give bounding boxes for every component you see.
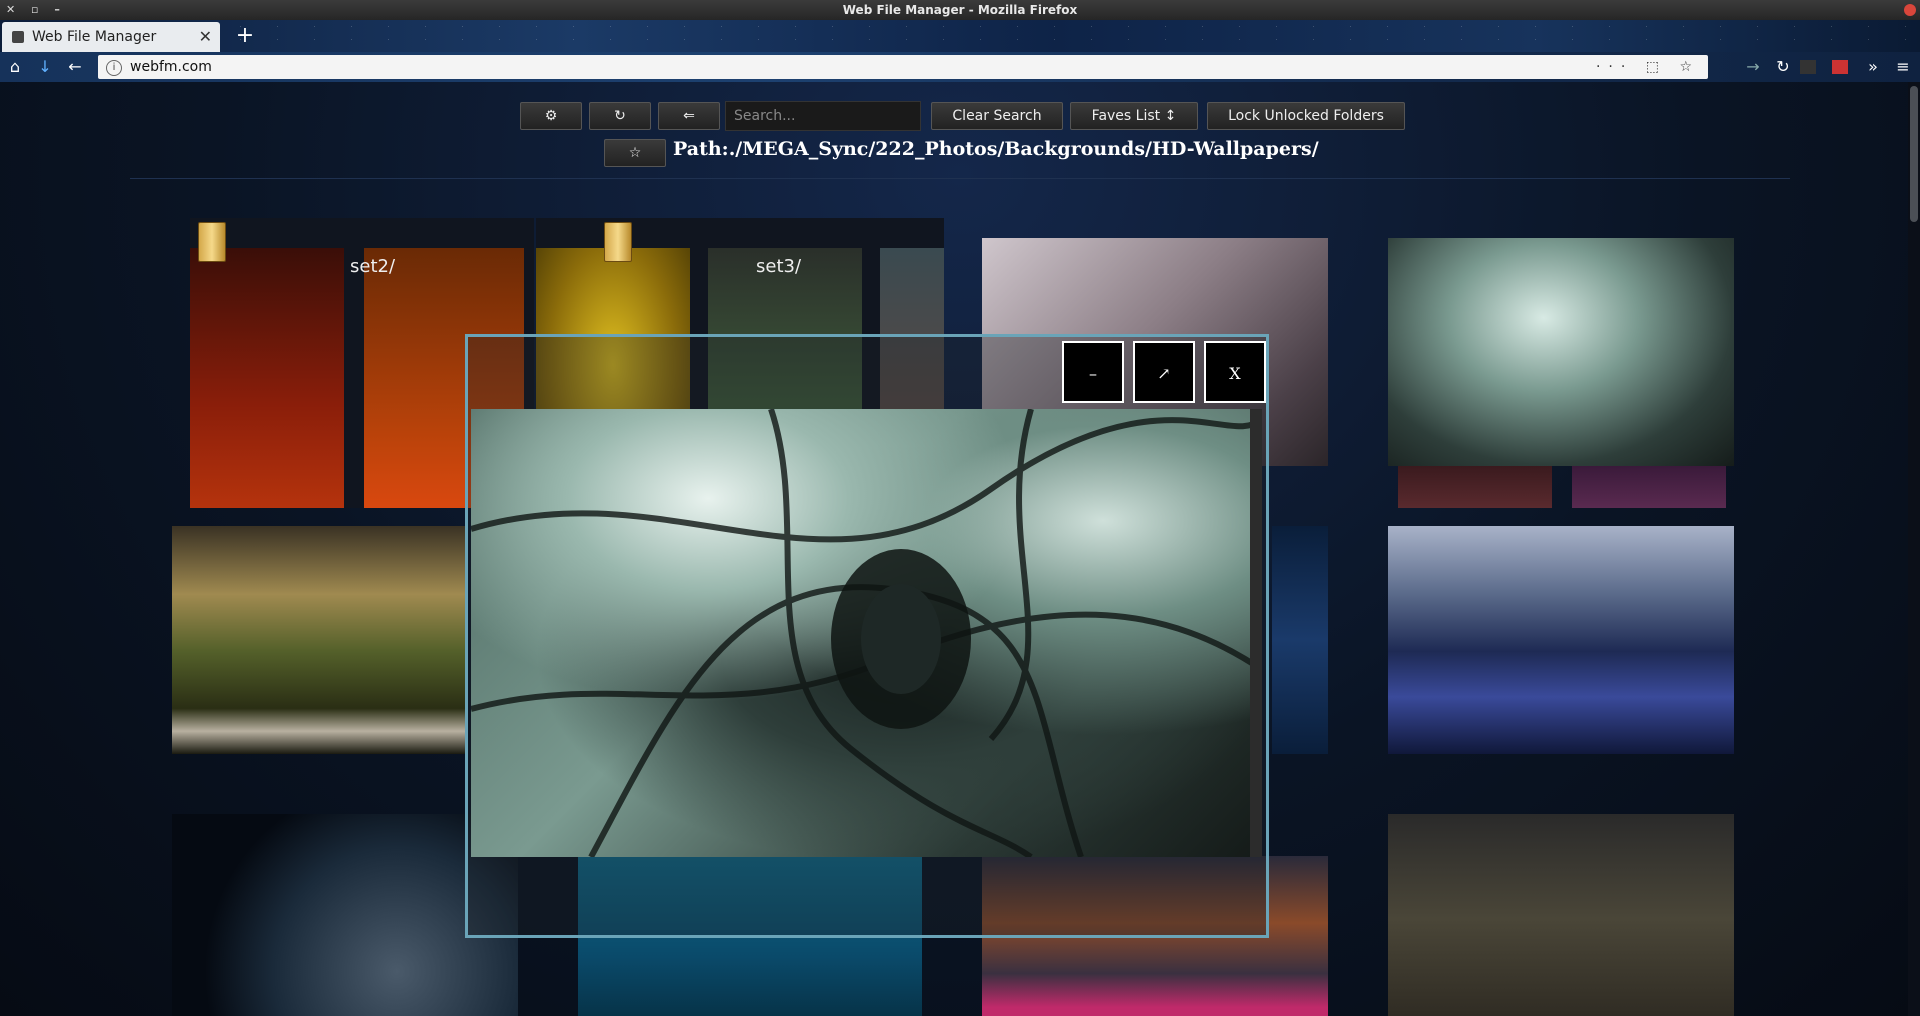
tab-strip: Web File Manager ✕ (0, 20, 1920, 52)
forward-icon[interactable]: → (1742, 56, 1764, 78)
theme-background (0, 20, 1920, 52)
image-tile-partial[interactable] (1572, 466, 1726, 508)
navigation-bar: ⌂ ↓ ← i webfm.com ··· ⬚ ☆ → ↻ » ≡ (0, 52, 1920, 82)
folder-preview-image (190, 248, 344, 508)
image-viewer-modal: – ↗ X (465, 334, 1269, 938)
overflow-icon[interactable]: » (1862, 56, 1884, 78)
faves-list-button[interactable]: Faves List ↕ (1070, 102, 1198, 130)
page-actions-icon[interactable]: ··· ⬚ ☆ (1596, 55, 1700, 79)
tab-title: Web File Manager (32, 29, 157, 45)
image-viewer-image[interactable] (471, 409, 1261, 857)
folder-icon (604, 222, 632, 262)
site-info-icon[interactable]: i (106, 60, 122, 76)
window-controls[interactable]: ✕ ▫ – (6, 0, 66, 20)
url-bar[interactable]: i webfm.com ··· ⬚ ☆ (98, 55, 1708, 79)
page-scrollbar[interactable] (1908, 82, 1920, 1016)
image-tile-night-city[interactable] (1388, 526, 1734, 754)
tab-close-icon[interactable]: ✕ (199, 22, 212, 52)
tab-web-file-manager[interactable]: Web File Manager ✕ (2, 22, 220, 52)
window-title: Web File Manager - Mozilla Firefox (842, 3, 1078, 17)
refresh-button[interactable]: ↻ (589, 102, 651, 130)
machinery-artwork (471, 409, 1261, 857)
folder-icon (198, 222, 226, 262)
fave-star-button[interactable]: ☆ (604, 139, 666, 167)
back-button[interactable]: ⇐ (658, 102, 720, 130)
page-favicon-icon (12, 31, 24, 43)
home-icon[interactable]: ⌂ (4, 56, 26, 78)
extension-icon[interactable] (1832, 60, 1848, 74)
menu-icon[interactable]: ≡ (1892, 56, 1914, 78)
window-titlebar: ✕ ▫ – Web File Manager - Mozilla Firefox (0, 0, 1920, 20)
clear-search-button[interactable]: Clear Search (931, 102, 1063, 130)
search-input[interactable] (725, 101, 921, 131)
image-tile-street-lamp[interactable] (1388, 814, 1734, 1016)
back-icon[interactable]: ← (64, 56, 86, 78)
header-divider (130, 178, 1790, 179)
page-content: ⚙ ↻ ⇐ Clear Search Faves List ↕ Lock Unl… (0, 82, 1920, 1016)
maximize-button[interactable]: ↗ (1133, 341, 1195, 403)
close-button[interactable]: X (1204, 341, 1266, 403)
window-close-icon[interactable] (1904, 4, 1916, 16)
image-tile-partial[interactable] (1272, 526, 1328, 754)
download-icon[interactable]: ↓ (34, 56, 56, 78)
image-tile-machinery[interactable] (1388, 238, 1734, 466)
extension-icon[interactable] (1800, 60, 1816, 74)
viewer-scrollbar[interactable] (1250, 409, 1262, 857)
current-path: Path:./MEGA_Sync/222_Photos/Backgrounds/… (673, 138, 1319, 160)
folder-name[interactable]: set2/ (350, 256, 395, 277)
image-tile-waterfall-landscape[interactable] (172, 526, 466, 754)
new-tab-button[interactable]: + (232, 20, 258, 52)
scrollbar-thumb[interactable] (1910, 86, 1918, 222)
settings-button[interactable]: ⚙ (520, 102, 582, 130)
minimize-button[interactable]: – (1062, 341, 1124, 403)
image-tile-partial[interactable] (1398, 466, 1552, 508)
folder-name[interactable]: set3/ (756, 256, 801, 277)
lock-unlocked-folders-button[interactable]: Lock Unlocked Folders (1207, 102, 1405, 130)
url-text[interactable]: webfm.com (130, 55, 212, 79)
reload-icon[interactable]: ↻ (1772, 56, 1794, 78)
